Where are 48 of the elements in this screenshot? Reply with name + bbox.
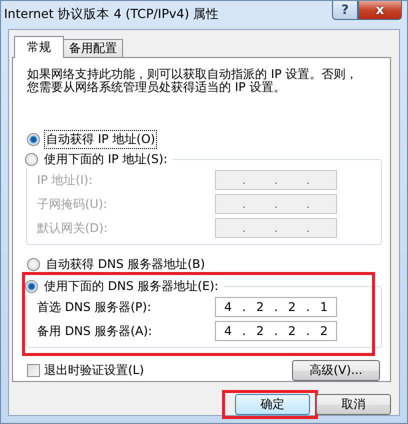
- octet-text: 2: [319, 324, 329, 338]
- checkbox[interactable]: [27, 364, 40, 377]
- octet-separator: .: [273, 173, 279, 187]
- checkbox-label[interactable]: 退出时验证设置(L): [44, 362, 144, 379]
- tab[interactable]: 备用配置: [63, 39, 123, 58]
- cancel-button[interactable]: 取消: [316, 394, 391, 415]
- octet-separator: .: [305, 197, 311, 211]
- ip-address-field[interactable]: 4 . 2 . 2 . 1: [215, 297, 337, 317]
- ip-address-field[interactable]: . . .: [215, 170, 337, 190]
- octet-separator: .: [273, 221, 279, 235]
- description-text: 如果网络支持此功能，则可以获取自动指派的 IP 设置。否则，您需要从网络系统管理员处获得适当的 IP 设置。: [27, 68, 358, 94]
- radio-button[interactable]: [27, 258, 40, 270]
- field-label: 子网掩码(U):: [37, 196, 108, 212]
- octet-separator: .: [305, 324, 311, 338]
- octet-separator: .: [305, 221, 311, 235]
- octet-text: 2: [287, 300, 297, 314]
- octet-separator: .: [241, 324, 247, 338]
- field-label: 默认网关(D):: [37, 220, 108, 236]
- octet-text: 2: [287, 324, 297, 338]
- octet-separator: .: [241, 173, 247, 187]
- octet-separator: .: [241, 221, 247, 235]
- ip-address-field[interactable]: . . .: [215, 218, 337, 238]
- octet-separator: .: [241, 300, 247, 314]
- radio-label[interactable]: 自动获得 DNS 服务器地址(B): [44, 254, 208, 274]
- tab[interactable]: 常规: [14, 36, 64, 58]
- ip-address-field[interactable]: 4 . 2 . 2 . 2: [215, 321, 337, 341]
- field-label: 首选 DNS 服务器(P):: [37, 298, 152, 316]
- octet-separator: .: [273, 197, 279, 211]
- octet-separator: .: [273, 300, 279, 314]
- octet-text: 2: [255, 300, 265, 314]
- octet-text: 1: [319, 300, 329, 314]
- window-title: Internet 协议版本 4 (TCP/IPv4) 属性: [4, 6, 220, 23]
- help-button[interactable]: ?: [332, 1, 358, 20]
- octet-separator: .: [273, 324, 279, 338]
- advanced-button[interactable]: 高级(V)...: [292, 360, 380, 381]
- ip-address-field[interactable]: . . .: [215, 194, 337, 214]
- radio-label[interactable]: 使用下面的 DNS 服务器地址(E):: [42, 276, 220, 296]
- octet-text: 4: [223, 300, 233, 314]
- octet-separator: .: [305, 300, 311, 314]
- radio-button[interactable]: [25, 280, 38, 292]
- octet-text: 2: [255, 324, 265, 338]
- ok-button[interactable]: 确定: [235, 394, 310, 415]
- octet-separator: .: [241, 197, 247, 211]
- octet-text: 4: [223, 324, 233, 338]
- close-button[interactable]: x: [358, 1, 402, 20]
- octet-separator: .: [305, 173, 311, 187]
- field-label: 备用 DNS 服务器(A):: [37, 322, 152, 340]
- field-label: IP 地址(I):: [37, 172, 93, 188]
